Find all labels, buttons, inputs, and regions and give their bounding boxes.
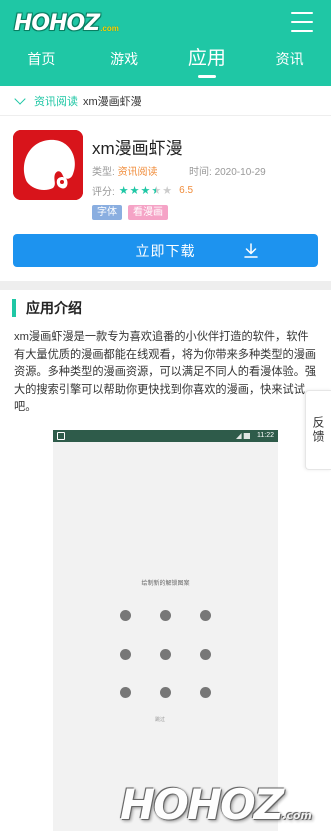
download-button[interactable]: 立即下载	[13, 234, 318, 267]
star-icon: ★	[118, 185, 129, 197]
intro-title: 应用介绍	[12, 299, 331, 317]
pattern-dot	[160, 687, 171, 698]
type-value[interactable]: 资讯阅读	[118, 167, 158, 178]
watermark-suffix: .com	[282, 809, 312, 822]
nav-apps[interactable]: 应用	[166, 44, 249, 86]
watermark-text: HOHOZ	[120, 780, 284, 829]
pattern-title: 绘制新的解锁图案	[141, 581, 190, 587]
screenshot-status-bar: 11:22	[53, 430, 278, 442]
app-screenshot[interactable]: 11:22 绘制新的解锁图案 跳过	[53, 430, 278, 831]
app-name: xm漫画虾漫	[92, 139, 183, 158]
chevron-down-icon[interactable]	[14, 92, 26, 105]
pattern-dot	[160, 610, 171, 621]
section-divider	[0, 281, 331, 290]
pattern-dot	[200, 610, 211, 621]
notification-icon	[57, 432, 65, 440]
logo-suffix: .com	[100, 23, 119, 33]
pattern-dot	[160, 649, 171, 660]
status-time: 11:22	[257, 432, 274, 439]
pattern-dot	[120, 649, 131, 660]
feedback-button[interactable]: 反馈	[305, 390, 331, 470]
breadcrumb-current: xm漫画虾漫	[83, 95, 142, 108]
rating-stars: ★ ★ ★ ★ ★	[119, 184, 173, 197]
star-icon: ★	[162, 185, 173, 197]
watermark-logo: HOHOZ.com	[120, 780, 312, 829]
time-value: 2020-10-29	[214, 167, 266, 178]
skip-text: 跳过	[155, 717, 166, 723]
pattern-dot	[200, 649, 211, 660]
nav-news[interactable]: 资讯	[248, 44, 331, 86]
tag[interactable]: 看漫画	[128, 205, 168, 220]
star-icon: ★	[129, 185, 140, 197]
breadcrumb-category[interactable]: 资讯阅读	[34, 93, 78, 109]
pattern-dot	[200, 687, 211, 698]
nav-home[interactable]: 首页	[0, 44, 83, 86]
app-meta: 类型: 资讯阅读 时间: 2020-10-29	[92, 163, 322, 178]
pattern-dot	[120, 687, 131, 698]
breadcrumb: 资讯阅读 xm漫画虾漫	[0, 86, 331, 116]
feedback-label: 反馈	[311, 416, 325, 444]
app-tags: 字体 看漫画	[92, 205, 174, 220]
site-logo[interactable]: HOHOZ .com	[14, 8, 119, 38]
intro-section: 应用介绍 xm漫画虾漫是一款专为喜欢追番的小伙伴打造的软件，软件有大量优质的漫画…	[0, 290, 331, 417]
app-icon	[13, 130, 83, 200]
download-label: 立即下载	[135, 242, 196, 259]
time-label: 时间:	[189, 167, 212, 178]
rating-value: 6.5	[179, 185, 194, 196]
type-label: 类型:	[92, 167, 115, 178]
app-info: xm漫画虾漫 类型: 资讯阅读 时间: 2020-10-29 评分: ★ ★ ★ ★ ★…	[0, 116, 331, 267]
signal-icon	[236, 433, 250, 439]
nav-games[interactable]: 游戏	[83, 44, 166, 86]
rating-label: 评分:	[92, 187, 115, 198]
rating: 评分: ★ ★ ★ ★ ★ 6.5	[92, 183, 193, 198]
star-icon: ★	[140, 185, 151, 197]
logo-text: HOHOZ	[14, 10, 100, 36]
download-icon	[244, 243, 258, 258]
main-nav: 首页 游戏 应用 资讯	[0, 44, 331, 86]
star-icon: ★	[151, 185, 162, 197]
tag[interactable]: 字体	[92, 205, 122, 220]
menu-icon[interactable]	[291, 12, 313, 32]
site-header: HOHOZ .com 首页 游戏 应用 资讯	[0, 0, 331, 86]
intro-text: xm漫画虾漫是一款专为喜欢追番的小伙伴打造的软件，软件有大量优质的漫画都能在线观…	[14, 331, 317, 413]
pattern-dot	[120, 610, 131, 621]
